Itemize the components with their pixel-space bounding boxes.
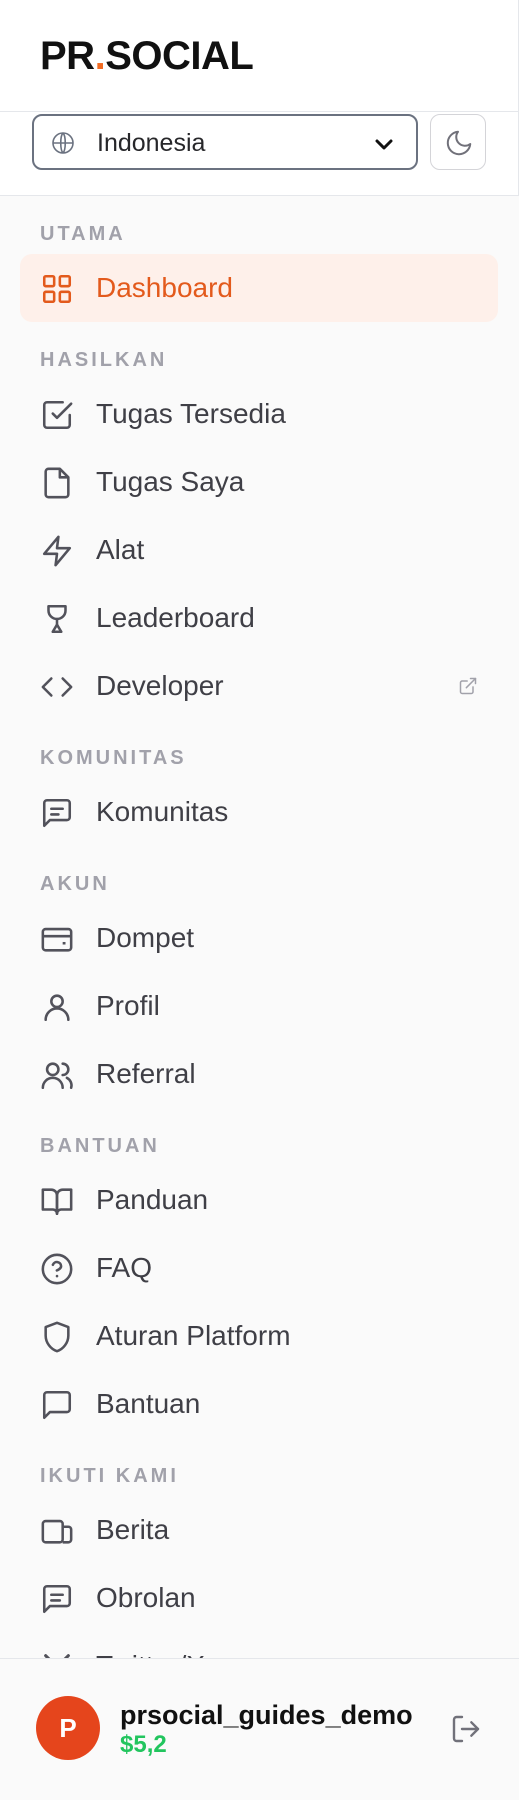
lightning-icon: [40, 534, 74, 568]
nav-item-label: Leaderboard: [96, 602, 255, 633]
nav-item-label: Aturan Platform: [96, 1320, 291, 1351]
nav-item-leaderboard[interactable]: Leaderboard: [20, 584, 498, 652]
brand-logo-part2: SOCIAL: [105, 34, 254, 78]
user-icon: [40, 990, 74, 1024]
external-link-icon: [458, 676, 478, 696]
user-name: prsocial_guides_demo: [120, 1700, 413, 1730]
chevron-down-icon: [372, 132, 396, 156]
users-icon: [40, 1058, 74, 1092]
nav-item-aturan-platform[interactable]: Aturan Platform: [20, 1302, 498, 1370]
section-title-akun: AKUN: [40, 873, 110, 895]
section-title-bantuan: BANTUAN: [40, 1135, 160, 1157]
nav-item-panduan[interactable]: Panduan: [20, 1166, 498, 1234]
nav-item-label: Developer: [96, 670, 224, 701]
chat-lines-icon: [40, 1582, 74, 1616]
code-icon: [40, 670, 74, 704]
nav-item-tugas-tersedia[interactable]: Tugas Tersedia: [20, 380, 498, 448]
shield-icon: [40, 1320, 74, 1354]
nav-item-alat[interactable]: Alat: [20, 516, 498, 584]
section-title-ikuti-kami: IKUTI KAMI: [40, 1465, 179, 1487]
wallet-icon: [40, 922, 74, 956]
nav-item-obrolan[interactable]: Obrolan: [20, 1564, 498, 1632]
nav-item-twitter[interactable]: Twitter/X: [20, 1632, 498, 1658]
nav-item-developer[interactable]: Developer: [20, 652, 498, 720]
checkbox-icon: [40, 398, 74, 432]
sidebar: PR.SOCIAL Indonesia UTAMA Dashboard HASI…: [0, 0, 519, 1800]
nav-item-label: Twitter/X: [96, 1650, 205, 1658]
logo-bar: PR.SOCIAL: [0, 0, 519, 112]
nav-item-label: Berita: [96, 1514, 170, 1545]
chat-bubble-icon: [40, 1388, 74, 1422]
nav-item-tugas-saya[interactable]: Tugas Saya: [20, 448, 498, 516]
brand-logo-dot: .: [94, 34, 106, 78]
brand-logo-part1: PR: [40, 34, 95, 78]
nav-item-label: Tugas Tersedia: [96, 398, 286, 429]
avatar[interactable]: P: [36, 1696, 100, 1760]
sidebar-controls: Indonesia: [0, 112, 519, 196]
message-square-icon: [40, 796, 74, 830]
nav-item-label: Alat: [96, 534, 145, 565]
nav-item-dompet[interactable]: Dompet: [20, 904, 498, 972]
theme-toggle-button[interactable]: [430, 114, 486, 170]
file-icon: [40, 466, 74, 500]
nav-item-faq[interactable]: FAQ: [20, 1234, 498, 1302]
nav-item-label: Bantuan: [96, 1388, 201, 1419]
globe-icon: [51, 131, 75, 155]
nav-item-berita[interactable]: Berita: [20, 1496, 498, 1564]
nav-item-label: Dashboard: [96, 272, 233, 303]
nav-item-komunitas[interactable]: Komunitas: [20, 778, 498, 846]
book-icon: [40, 1184, 74, 1218]
language-select[interactable]: Indonesia: [32, 114, 418, 170]
news-icon: [40, 1514, 74, 1548]
nav-item-referral[interactable]: Referral: [20, 1040, 498, 1108]
section-title-komunitas: KOMUNITAS: [40, 747, 187, 769]
trophy-icon: [40, 602, 74, 636]
nav-item-label: Panduan: [96, 1184, 209, 1215]
nav-item-label: Profil: [96, 990, 160, 1021]
nav-item-label: Referral: [96, 1058, 196, 1089]
user-footer: P prsocial_guides_demo $5,2: [0, 1658, 519, 1800]
dashboard-grid-icon: [40, 272, 74, 306]
nav-item-label: Tugas Saya: [96, 466, 245, 497]
brand-logo[interactable]: PR.SOCIAL: [40, 32, 254, 80]
user-balance: $5,2: [120, 1731, 167, 1758]
section-title-utama: UTAMA: [40, 223, 126, 245]
help-circle-icon: [40, 1252, 74, 1286]
nav-item-label: Komunitas: [96, 796, 229, 827]
nav-item-label: Dompet: [96, 922, 195, 953]
nav-item-label: Obrolan: [96, 1582, 196, 1613]
nav-item-profil[interactable]: Profil: [20, 972, 498, 1040]
section-title-hasilkan: HASILKAN: [40, 349, 168, 371]
x-logo-icon: [40, 1650, 74, 1658]
nav-item-label: FAQ: [96, 1252, 153, 1283]
moon-icon: [446, 130, 472, 156]
nav-item-dashboard[interactable]: Dashboard: [20, 254, 498, 322]
language-select-value: Indonesia: [97, 129, 206, 157]
sidebar-nav: UTAMA Dashboard HASILKAN Tugas Tersedia …: [0, 196, 519, 1658]
logout-icon[interactable]: [450, 1713, 482, 1745]
nav-item-bantuan[interactable]: Bantuan: [20, 1370, 498, 1438]
